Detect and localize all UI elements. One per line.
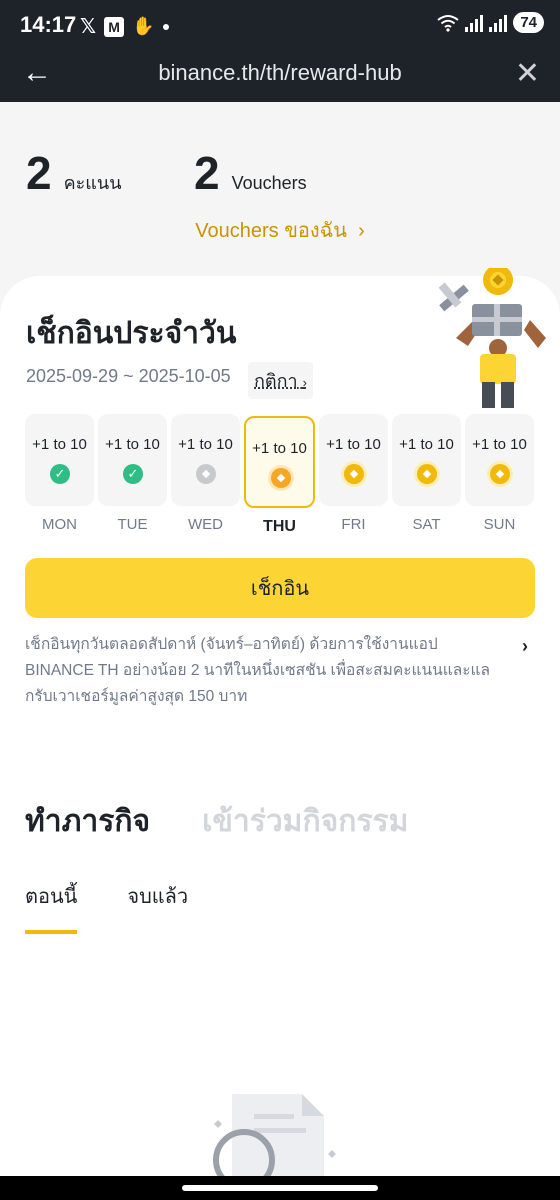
day-label: FRI	[341, 516, 366, 533]
vouchers-label: Vouchers	[231, 173, 307, 193]
chevron-right-icon[interactable]: ›	[522, 636, 528, 657]
tab-tasks[interactable]: ทำภารกิจ	[25, 798, 150, 845]
missed-coin-icon	[196, 464, 216, 484]
subtab-ended[interactable]: จบแล้ว	[127, 880, 188, 934]
battery-icon: 74	[513, 12, 544, 33]
rewards-summary: 2 คะแนน 2 Vouchers Vouchers ของฉัน ›	[0, 102, 560, 292]
coin-icon	[490, 464, 510, 484]
dot-icon	[162, 23, 169, 30]
day-points: +1 to 10	[399, 436, 454, 453]
chevron-right-icon: ›	[302, 375, 307, 390]
m-app-icon: M	[104, 16, 125, 37]
day-label: THU	[263, 518, 296, 535]
url-text[interactable]: binance.th/th/reward-hub	[0, 60, 560, 86]
day-label: SUN	[483, 516, 516, 533]
day-tile-mon[interactable]: +1 to 10 ✓	[25, 414, 94, 506]
gift-illustration-icon	[438, 268, 546, 408]
day-points: +1 to 10	[326, 436, 381, 453]
rules-label: กติกา	[254, 371, 298, 391]
my-vouchers-link[interactable]: Vouchers ของฉัน ›	[0, 214, 560, 246]
coin-icon	[344, 464, 364, 484]
points-stat: 2 คะแนน	[26, 146, 122, 200]
browser-url-bar: ← binance.th/th/reward-hub ✕	[0, 50, 560, 102]
status-time: 14:17	[20, 12, 77, 37]
system-icons: 74	[437, 12, 544, 33]
close-icon[interactable]: ✕	[515, 56, 540, 91]
points-value: 2	[26, 147, 52, 199]
day-tile-tue[interactable]: +1 to 10 ✓	[98, 414, 167, 506]
waving-hand-icon: ✋	[132, 16, 155, 36]
vouchers-stat[interactable]: 2 Vouchers	[194, 146, 307, 200]
tab-join-events[interactable]: เข้าร่วมกิจกรรม	[202, 798, 408, 845]
day-points: +1 to 10	[32, 436, 87, 453]
day-label: WED	[188, 516, 223, 533]
day-points: +1 to 10	[252, 440, 307, 457]
day-tile-wed[interactable]: +1 to 10	[171, 414, 240, 506]
task-tabs: ทำภารกิจ เข้าร่วมกิจกรรม	[25, 798, 408, 845]
status-bar: 14:17 𝕏 M ✋ 74	[0, 0, 560, 50]
day-tile-sat[interactable]: +1 to 10	[392, 414, 461, 506]
checkin-description[interactable]: เช็กอินทุกวันตลอดสัปดาห์ (จันทร์–อาทิตย์…	[25, 632, 505, 710]
rules-link[interactable]: กติกา ›	[248, 362, 313, 399]
subtab-current[interactable]: ตอนนี้	[25, 880, 78, 934]
checkin-title: เช็กอินประจำวัน	[26, 317, 237, 350]
coin-icon	[417, 464, 437, 484]
day-label: SAT	[412, 516, 441, 533]
day-label: TUE	[117, 516, 148, 533]
day-tile-thu[interactable]: +1 to 10	[244, 416, 315, 508]
signal-icon	[465, 14, 484, 32]
checkin-card: เช็กอินประจำวัน 2025-09-29 ~ 2025-10-05 …	[0, 268, 560, 1200]
my-vouchers-label: Vouchers ของฉัน	[195, 220, 347, 242]
checkin-date-range: 2025-09-29 ~ 2025-10-05	[26, 366, 231, 386]
points-label: คะแนน	[63, 173, 122, 193]
wifi-icon	[437, 14, 459, 32]
day-points: +1 to 10	[105, 436, 160, 453]
day-tile-fri[interactable]: +1 to 10	[319, 414, 388, 506]
checkmark-icon: ✓	[123, 464, 143, 484]
day-label: MON	[42, 516, 77, 533]
checkmark-icon: ✓	[50, 464, 70, 484]
chevron-right-icon: ›	[352, 220, 365, 242]
task-subtabs: ตอนนี้ จบแล้ว	[25, 880, 188, 934]
day-tile-sun[interactable]: +1 to 10	[465, 414, 534, 506]
day-points: +1 to 10	[472, 436, 527, 453]
checkin-button[interactable]: เช็กอิน	[25, 558, 535, 618]
day-points: +1 to 10	[178, 436, 233, 453]
vouchers-value: 2	[194, 147, 220, 199]
coin-icon	[271, 468, 291, 488]
home-gesture-handle[interactable]	[182, 1185, 378, 1191]
signal-icon	[489, 14, 508, 32]
system-nav-bar	[0, 1176, 560, 1200]
x-logo-icon: 𝕏	[80, 16, 97, 38]
notification-icons: 𝕏 M ✋	[80, 14, 169, 39]
